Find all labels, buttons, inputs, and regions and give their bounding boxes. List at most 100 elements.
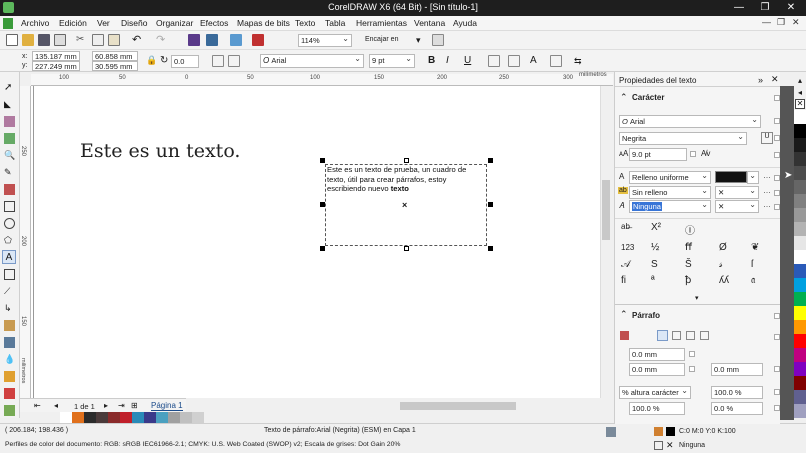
stylistic-set-icon[interactable]: S xyxy=(651,259,658,270)
color-swatch[interactable] xyxy=(794,306,806,320)
doc-close-icon[interactable]: ✕ xyxy=(792,17,800,28)
print-icon[interactable] xyxy=(54,34,66,46)
angle-field[interactable]: 0.0 xyxy=(171,55,199,68)
outline-more-icon[interactable]: … xyxy=(763,200,771,209)
color-swatch[interactable] xyxy=(108,412,120,423)
line-spacing-field[interactable]: 100.0 % xyxy=(711,386,763,399)
outline-color-picker[interactable]: ✕ xyxy=(715,199,759,213)
line-spacing-unit-select[interactable]: % altura carácter xyxy=(619,385,691,399)
text-properties-icon[interactable]: A xyxy=(530,55,542,67)
color-swatch[interactable] xyxy=(84,412,96,423)
save-icon[interactable] xyxy=(38,34,50,46)
palette-scroll-up-icon[interactable]: ▴ xyxy=(794,76,806,86)
small-caps-icon[interactable]: ﬁ xyxy=(621,275,626,286)
ornament-icon[interactable]: ❦ xyxy=(751,242,759,253)
color-swatch[interactable] xyxy=(794,264,806,278)
background-color-picker[interactable]: ✕ xyxy=(715,185,759,199)
y-position-field[interactable]: 227.249 mm xyxy=(32,61,80,71)
close-button[interactable]: ✕ xyxy=(778,0,804,16)
fill-type-select[interactable]: Relleno uniforme xyxy=(629,170,711,184)
indent-right-field[interactable]: 0.0 mm xyxy=(711,363,763,376)
font-style-select[interactable]: Negrita xyxy=(619,131,747,145)
fill-color-swatch[interactable] xyxy=(666,427,675,436)
snap-dropdown-icon[interactable]: ▾ xyxy=(416,34,428,46)
alternate-a-icon[interactable]: 𝔞 xyxy=(751,275,755,286)
pick-tool-icon[interactable]: ➚ xyxy=(4,82,15,93)
options-icon[interactable] xyxy=(432,34,444,46)
add-page-icon[interactable]: ⊞ xyxy=(131,401,138,410)
menu-edicion[interactable]: Edición xyxy=(59,18,87,28)
selection-handle[interactable] xyxy=(488,246,493,251)
new-icon[interactable] xyxy=(6,34,18,46)
publish-pdf-icon[interactable] xyxy=(230,34,242,46)
alternate-icon[interactable]: ꝥ xyxy=(685,275,691,286)
align-right-icon[interactable] xyxy=(686,331,695,340)
lock-ratio-icon[interactable]: 🔒 xyxy=(146,55,158,67)
corel-menu-icon[interactable] xyxy=(3,18,13,29)
expand-more-icon[interactable]: ▾ xyxy=(695,294,699,302)
align-left-icon[interactable] xyxy=(657,330,668,341)
selection-handle[interactable] xyxy=(488,202,493,207)
slashed-zero-icon[interactable]: Ø xyxy=(719,242,727,253)
docker-font-select[interactable]: O Arial xyxy=(619,114,761,128)
outline-pen-icon[interactable] xyxy=(654,441,663,450)
contextual-icon[interactable]: 𝓈 xyxy=(719,259,723,270)
color-swatch[interactable] xyxy=(156,412,168,423)
align-center-icon[interactable] xyxy=(672,331,681,340)
bold-icon[interactable]: B xyxy=(428,55,440,67)
export-icon[interactable] xyxy=(206,34,218,46)
prev-page-icon[interactable]: ◂ xyxy=(54,401,58,410)
width-field[interactable]: 60.858 mm xyxy=(92,51,138,61)
color-swatch[interactable] xyxy=(794,152,806,166)
menu-organizar[interactable]: Organizar xyxy=(156,18,193,28)
undo-icon[interactable]: ↶ xyxy=(132,34,144,46)
color-swatch[interactable] xyxy=(794,110,806,124)
underline-icon[interactable]: U xyxy=(464,55,476,67)
character-collapse-icon[interactable]: ⌃ xyxy=(620,92,628,103)
snap-to-menu[interactable]: Encajar en xyxy=(365,36,398,43)
zoom-level-select[interactable]: 114% xyxy=(298,33,352,47)
cut-icon[interactable]: ✂ xyxy=(76,34,88,46)
horizontal-scroll-thumb[interactable] xyxy=(400,402,516,410)
space-after-field[interactable]: 0.0 % xyxy=(711,402,763,415)
superscript-icon[interactable]: X² xyxy=(651,222,661,233)
color-swatch[interactable] xyxy=(794,404,806,418)
color-swatch[interactable] xyxy=(794,278,806,292)
font-size-select[interactable]: 9 pt xyxy=(369,53,415,68)
color-swatch[interactable] xyxy=(180,412,192,423)
rectangle-tool-icon[interactable] xyxy=(4,201,15,212)
last-page-icon[interactable]: ⇥ xyxy=(118,401,125,410)
crop-tool-icon[interactable] xyxy=(4,133,15,144)
mirror-vertical-icon[interactable] xyxy=(228,55,240,67)
ordinal-icon[interactable]: ª xyxy=(651,275,655,286)
selection-handle[interactable] xyxy=(320,202,325,207)
drawing-canvas[interactable]: Este es un texto. Este es un texto de pr… xyxy=(31,86,601,398)
color-swatch[interactable] xyxy=(144,412,156,423)
text-tool-icon[interactable]: A xyxy=(2,250,16,264)
menu-tabla[interactable]: Tabla xyxy=(325,18,345,28)
import-icon[interactable] xyxy=(188,34,200,46)
color-swatch[interactable] xyxy=(794,250,806,264)
outline-width-select[interactable]: Ninguna xyxy=(629,199,711,213)
color-swatch[interactable] xyxy=(794,124,806,138)
menu-ver[interactable]: Ver xyxy=(97,18,110,28)
color-profile-info[interactable]: Perfiles de color del documento: RGB: sR… xyxy=(5,441,400,448)
transparency-tool-icon[interactable] xyxy=(4,337,15,348)
selection-handle[interactable] xyxy=(320,246,325,251)
menu-archivo[interactable]: Archivo xyxy=(21,18,49,28)
titling-icon[interactable]: Š xyxy=(685,259,692,270)
color-swatch[interactable] xyxy=(794,334,806,348)
fill-color-dropdown[interactable] xyxy=(747,170,759,184)
color-swatch[interactable] xyxy=(96,412,108,423)
minimize-button[interactable]: — xyxy=(726,0,752,16)
menu-efectos[interactable]: Efectos xyxy=(200,18,228,28)
docker-font-size-field[interactable]: 9.0 pt xyxy=(629,148,687,161)
color-swatch[interactable] xyxy=(794,208,806,222)
docker-collapse-icon[interactable]: » xyxy=(758,75,763,85)
color-swatch[interactable] xyxy=(60,412,72,423)
color-swatch[interactable] xyxy=(794,362,806,376)
numerals-icon[interactable]: 123 xyxy=(621,243,634,252)
color-swatch[interactable] xyxy=(794,348,806,362)
color-swatch[interactable] xyxy=(794,320,806,334)
strikethrough-icon[interactable]: ab̶ xyxy=(621,222,630,231)
